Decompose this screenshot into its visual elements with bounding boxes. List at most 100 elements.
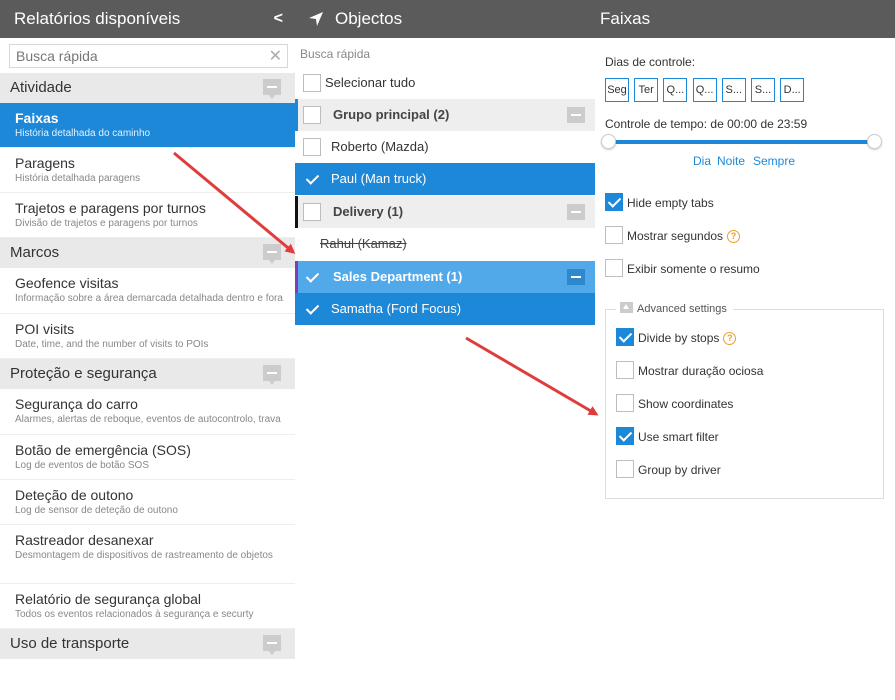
report-title: Trajetos e paragens por turnos [15,200,206,216]
report-title: Rastreador desanexar [15,532,154,548]
collapse-group-icon[interactable] [567,204,585,220]
group-color-bar [295,261,298,293]
navigation-arrow-icon [309,12,323,26]
option-label: Divide by stops? [638,329,737,347]
report-item[interactable]: POI visits Date, time, and the number of … [0,314,295,359]
group-row[interactable]: Grupo principal (2) [295,99,595,131]
report-description: Log de eventos de botão SOS [15,460,149,471]
help-icon[interactable]: ? [727,230,741,243]
report-item[interactable]: Segurança do carro Alarmes, alertas de re… [0,389,295,435]
advanced-settings-title: Advanced settings [637,303,727,315]
option-checkbox[interactable] [616,394,634,412]
day-toggle[interactable]: D... [780,78,805,102]
option-text: Exibir somente o resumo [627,262,760,276]
advanced-settings-box: Advanced settings Divide by stops? Mostra… [605,302,884,499]
object-row[interactable]: Paul (Man truck) [295,163,595,195]
object-search-input[interactable]: Busca rápida [300,47,370,61]
report-item[interactable]: Trajetos e paragens por turnos Divisão de… [0,193,295,238]
day-toggle[interactable]: Q... [663,78,688,102]
day-toggle[interactable]: Ter [634,78,659,102]
object-checkbox[interactable] [303,203,321,221]
option-label: Show coordinates [638,395,733,413]
collapse-advanced-icon[interactable] [620,302,633,313]
day-toggle[interactable]: Q... [692,78,717,102]
category-header[interactable]: Marcos [0,238,295,268]
option-checkbox[interactable] [616,328,634,346]
report-item[interactable]: Botão de emergência (SOS) Log de eventos … [0,435,295,480]
category-header[interactable]: Atividade [0,73,295,103]
option-label: Mostrar segundos? [627,227,741,245]
group-row[interactable]: Sales Department (1) [295,261,595,293]
report-description: História detalhada paragens [15,173,141,184]
report-search-input[interactable] [10,45,260,67]
report-title: Deteção de outono [15,487,134,503]
object-row[interactable]: Roberto (Mazda) [295,131,595,163]
option-checkbox[interactable] [616,361,634,379]
report-title: Botão de emergência (SOS) [15,442,191,458]
object-row[interactable]: Rahul (Kamaz) [295,228,595,260]
collapse-category-icon[interactable] [263,79,281,99]
collapse-category-icon[interactable] [263,244,281,264]
collapse-group-icon[interactable] [567,107,585,123]
period-always-link[interactable]: Sempre [753,154,795,168]
day-toggle[interactable]: Seg [605,78,629,102]
report-item[interactable]: Relatório de segurança global Todos os ev… [0,584,295,629]
object-checkbox[interactable] [303,268,321,286]
group-row[interactable]: Delivery (1) [295,196,595,228]
time-control-label: Controle de tempo: de 00:00 de 23:59 [605,117,808,131]
advanced-settings-legend[interactable]: Advanced settings [616,302,733,315]
option-checkbox[interactable] [605,259,623,277]
object-row[interactable]: Samatha (Ford Focus) [295,293,595,325]
period-night-link[interactable]: Noite [717,154,745,168]
select-all-row[interactable]: Selecionar tudo [295,67,595,99]
report-title: Geofence visitas [15,275,119,291]
report-search-box: ✕ [9,44,288,68]
option-text: Hide empty tabs [627,196,714,210]
option-text: Mostrar segundos [627,229,724,243]
object-label: Roberto (Mazda) [331,139,429,154]
category-header[interactable]: Uso de transporte [0,629,295,659]
report-item[interactable]: Paragens História detalhada paragens [0,148,295,193]
report-description: Todos os eventos relacionados à seguranç… [15,609,254,620]
option-text: Divide by stops [638,331,720,345]
object-checkbox[interactable] [303,138,321,156]
object-checkbox[interactable] [303,170,321,188]
report-description: Desmontagem de dispositivos de rastreame… [15,550,273,561]
reports-panel: Relatórios disponíveis < ✕ Atividade Faix… [0,0,295,700]
report-item[interactable]: Deteção de outono Log de sensor de deteçã… [0,480,295,525]
category-label: Uso de transporte [10,635,130,652]
report-item[interactable]: Geofence visitas Informação sobre a área … [0,268,295,314]
time-range-slider[interactable] [601,134,882,149]
collapse-category-icon[interactable] [263,635,281,655]
slider-start-handle[interactable] [601,134,616,149]
collapse-category-icon[interactable] [263,365,281,385]
reports-header: Relatórios disponíveis < [0,0,295,38]
select-all-checkbox[interactable] [303,74,321,92]
option-checkbox[interactable] [605,193,623,211]
objects-panel: Objectos Busca rápida Selecionar tudo Gr… [295,0,595,700]
collapse-group-icon[interactable] [567,269,585,285]
option-text: Mostrar duração ociosa [638,364,764,378]
group-color-bar [295,196,298,228]
option-checkbox[interactable] [605,226,623,244]
category-header[interactable]: Proteção e segurança [0,359,295,389]
day-toggle[interactable]: S... [751,78,775,102]
report-description: Log de sensor de deteção de outono [15,505,178,516]
option-label: Mostrar duração ociosa [638,362,763,380]
settings-panel: Faixas Dias de controle: Seg Ter Q... Q... S… [595,0,895,700]
days-label: Dias de controle: [605,55,696,69]
option-checkbox[interactable] [616,460,634,478]
object-checkbox[interactable] [303,106,321,124]
chevron-left-icon[interactable]: < [274,0,283,38]
report-item[interactable]: Faixas História detalhada do caminho [0,103,295,148]
option-label: Exibir somente o resumo [627,260,760,278]
report-item[interactable]: Rastreador desanexar Desmontagem de dispo… [0,525,295,584]
slider-end-handle[interactable] [867,134,882,149]
report-title: Paragens [15,155,75,171]
help-icon[interactable]: ? [723,332,737,345]
clear-search-icon[interactable]: ✕ [269,46,282,66]
period-day-link[interactable]: Dia [693,154,711,168]
option-checkbox[interactable] [616,427,634,445]
object-checkbox[interactable] [303,300,321,318]
day-toggle[interactable]: S... [721,78,746,102]
